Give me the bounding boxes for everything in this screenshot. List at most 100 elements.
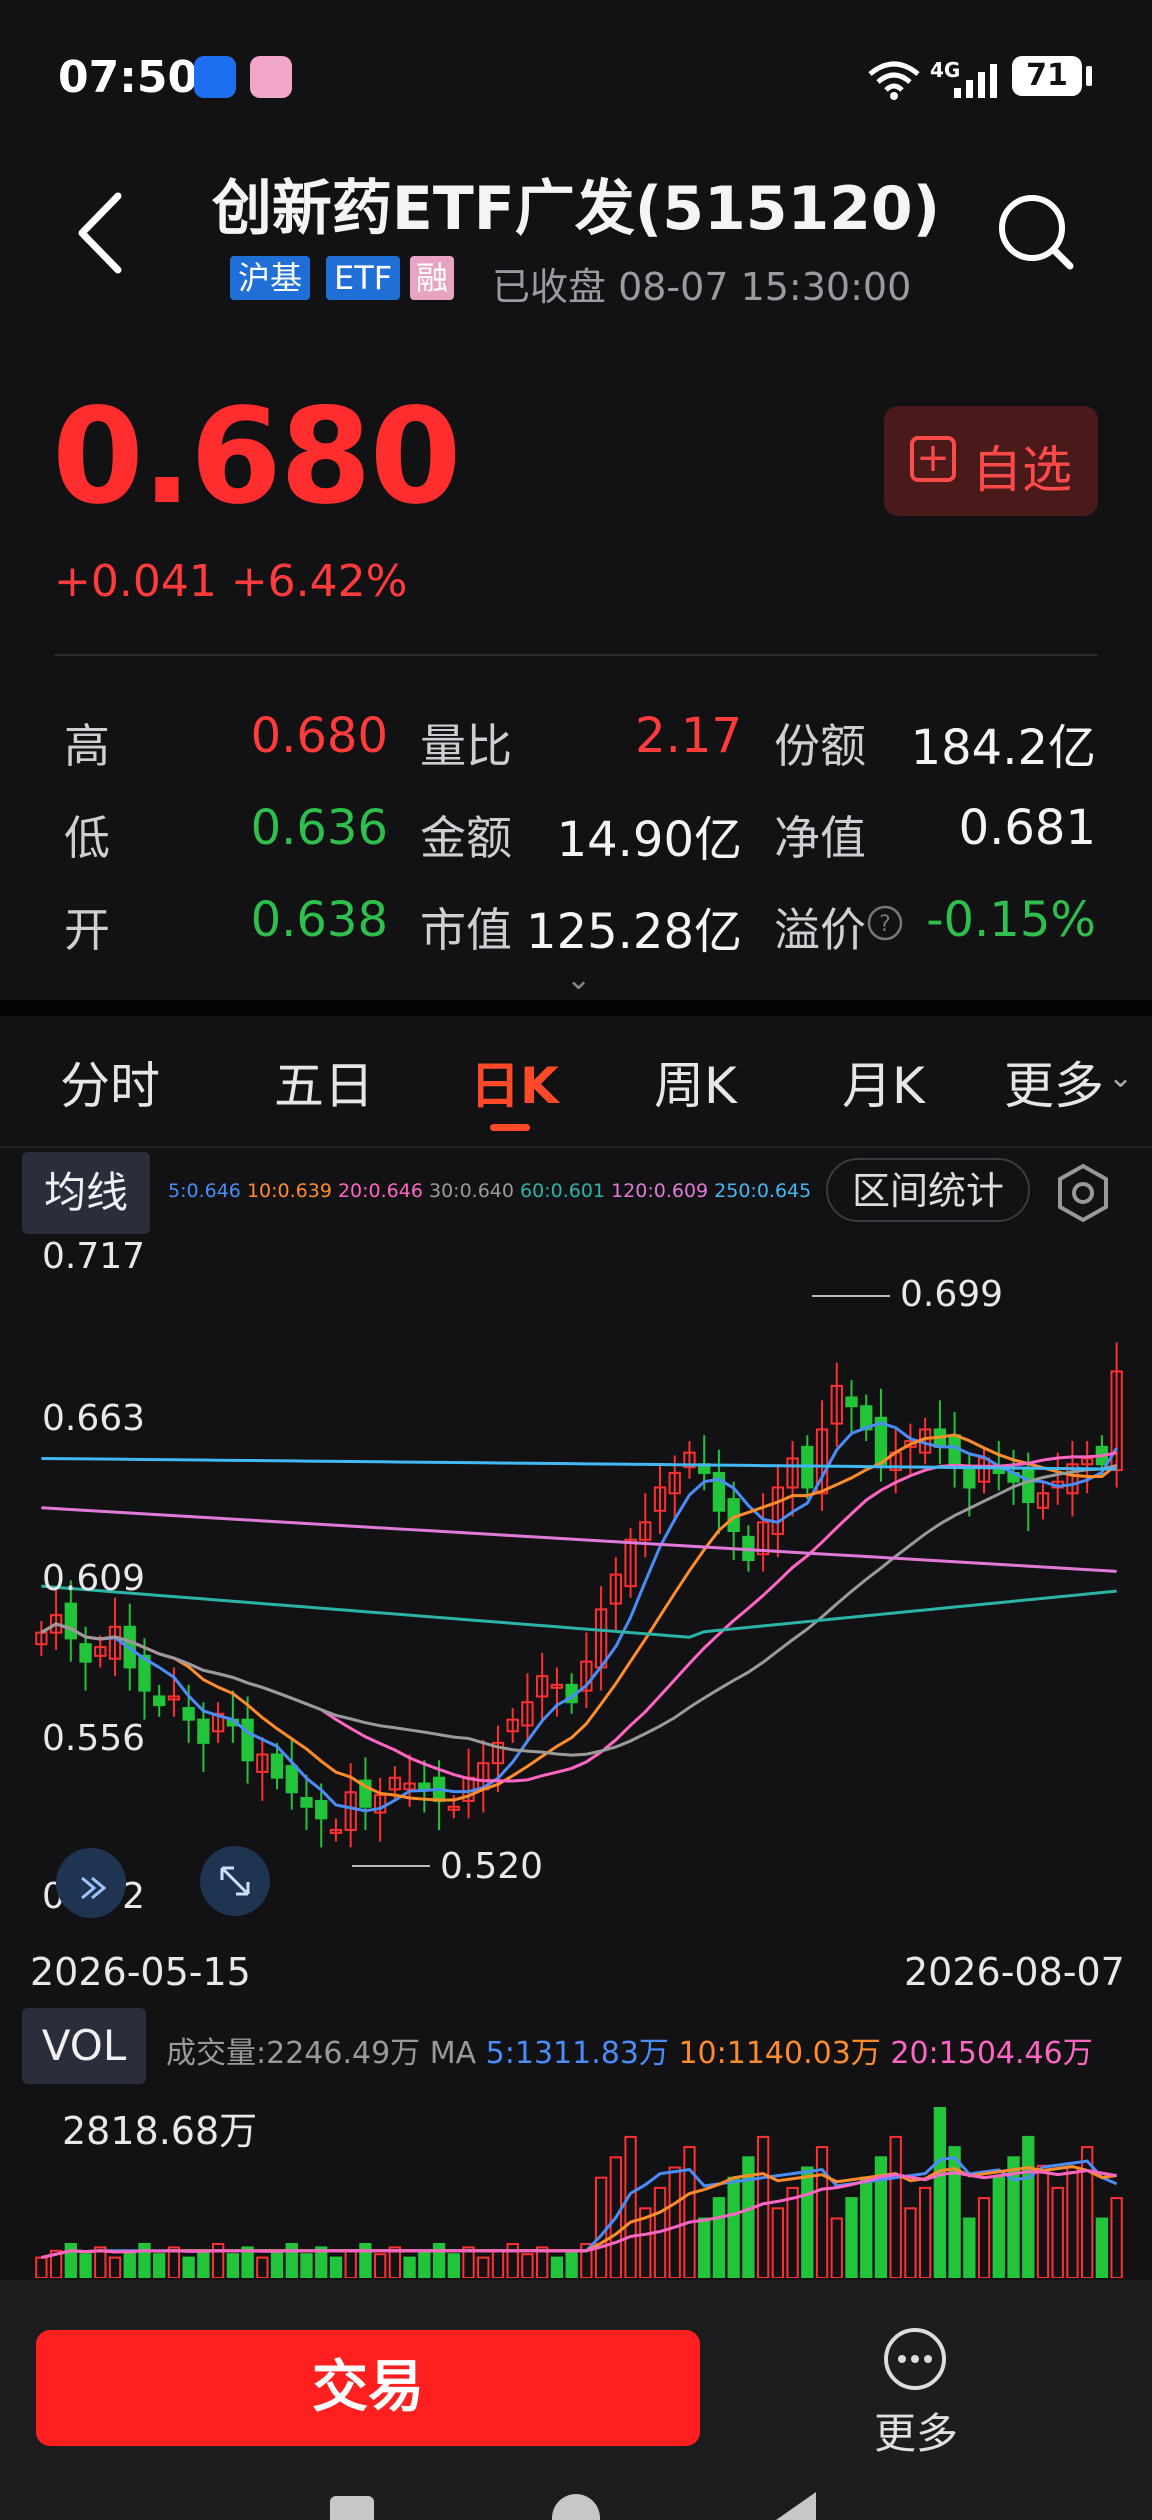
volume-bar <box>712 2197 726 2278</box>
volume-bar <box>845 2197 858 2278</box>
tab-daily-k[interactable]: 日K <box>470 1046 559 1118</box>
dots-icon <box>898 2355 932 2363</box>
volume-bar <box>521 2253 534 2278</box>
volume-bar <box>727 2176 740 2278</box>
chevron-down-icon[interactable]: ⌄ <box>566 962 591 997</box>
volume-bar <box>624 2135 637 2278</box>
wifi-icon <box>868 61 920 100</box>
collapse-button[interactable] <box>56 1848 126 1918</box>
kline-chart[interactable] <box>0 1236 1152 1940</box>
back-button[interactable] <box>70 188 130 278</box>
status-bar: 07:50 4G 71 <box>0 0 1152 150</box>
volume-total: 成交量:2246.49万 MA <box>166 2036 477 2071</box>
x-start-label: 2026-05-15 <box>30 1950 251 1994</box>
section-divider <box>0 1000 1152 1016</box>
market-tag: 沪基 <box>230 256 311 300</box>
candle <box>197 1718 210 1744</box>
volume-bar <box>344 2249 357 2278</box>
volume-bar <box>35 2256 48 2278</box>
plus-box-icon: + <box>910 436 956 482</box>
volume-bar <box>977 2197 991 2278</box>
stat-value: 14.90亿 <box>556 812 742 868</box>
volume-bar <box>226 2253 240 2278</box>
volume-max-label: 2818.68万 <box>62 2109 258 2153</box>
volume-ma20: 20:1504.46万 <box>890 2036 1093 2071</box>
volume-bar <box>668 2166 681 2278</box>
tab-more[interactable]: 更多 <box>1004 1046 1104 1118</box>
volume-bar <box>329 2256 343 2278</box>
volume-bar <box>933 2107 947 2278</box>
volume-bar <box>801 2166 814 2278</box>
volume-bar <box>756 2135 770 2278</box>
y-tick-label: 0.609 <box>42 1558 146 1599</box>
candle <box>1022 1469 1035 1503</box>
stat-label: 份额 <box>774 719 866 773</box>
volume-bar <box>1095 2217 1109 2278</box>
trade-button[interactable]: 交易 <box>36 2330 700 2446</box>
stat-value: 184.2亿 <box>910 720 1096 776</box>
search-button[interactable] <box>990 188 1080 278</box>
stat-label: 量比 <box>420 719 512 773</box>
stat-label: 高 <box>64 719 110 773</box>
candle <box>418 1782 431 1791</box>
volume-bar <box>373 2253 387 2278</box>
volume-bar <box>123 2249 136 2278</box>
volume-bar <box>565 2249 578 2278</box>
volume-bar <box>918 2186 932 2278</box>
fullscreen-button[interactable] <box>200 1846 270 1916</box>
volume-bar <box>359 2243 372 2278</box>
candle <box>285 1765 298 1794</box>
candle <box>315 1799 328 1820</box>
x-end-label: 2026-08-07 <box>904 1950 1125 1994</box>
volume-bar <box>79 2253 92 2278</box>
tab-weekly-k[interactable]: 周K <box>654 1046 737 1118</box>
more-label[interactable]: 更多 <box>874 2400 958 2461</box>
volume-bar <box>197 2249 210 2278</box>
volume-bar <box>771 2207 785 2278</box>
volume-bar <box>138 2243 151 2278</box>
volume-bar <box>698 2217 711 2278</box>
settings-icon[interactable] <box>1050 1160 1116 1226</box>
y-tick-label: 0.556 <box>42 1718 146 1759</box>
ma-value: 10:0.639 <box>246 1180 332 1202</box>
ma120-line <box>41 1506 1117 1573</box>
tab-intraday[interactable]: 分时 <box>60 1046 160 1118</box>
divider <box>0 1146 1152 1148</box>
help-icon[interactable]: ? <box>866 904 904 942</box>
nav-recents-button[interactable] <box>330 2496 374 2520</box>
add-watchlist-button[interactable]: + 自选 <box>884 406 1098 516</box>
stat-value: 0.680 <box>250 708 388 764</box>
volume-bar <box>270 2249 284 2278</box>
ma-button[interactable]: 均线 <box>22 1152 150 1234</box>
volume-bar <box>860 2176 873 2278</box>
stat-value: 0.681 <box>958 800 1096 856</box>
active-tab-indicator <box>490 1124 530 1131</box>
volume-ma10: 10:1140.03万 <box>678 2036 881 2071</box>
range-stats-button[interactable]: 区间统计 <box>826 1158 1030 1222</box>
volume-bar <box>418 2249 431 2278</box>
arrows-icon <box>81 1876 107 1900</box>
y-tick-label: 0.663 <box>42 1398 146 1439</box>
battery-tip <box>1086 66 1092 86</box>
volume-bar <box>447 2253 460 2278</box>
vol-button[interactable]: VOL <box>22 2008 146 2084</box>
chevron-down-icon: ⌄ <box>1108 1060 1134 1095</box>
stat-label: 金额 <box>420 811 512 865</box>
volume-bar <box>550 2256 564 2278</box>
lightbulb-app-icon <box>194 56 236 98</box>
ma60-line <box>41 1584 1117 1639</box>
candle <box>963 1469 976 1489</box>
volume-bar <box>1066 2166 1079 2278</box>
status-time: 07:50 <box>58 52 199 103</box>
tab-monthly-k[interactable]: 月K <box>842 1046 925 1118</box>
volume-bar <box>683 2146 696 2278</box>
ma-values: 5:0.646 10:0.639 20:0.646 30:0.640 60:0.… <box>168 1180 811 1202</box>
candle <box>270 1753 284 1779</box>
volume-bar <box>963 2217 976 2278</box>
tab-five-day[interactable]: 五日 <box>274 1046 374 1118</box>
signal-icon <box>954 64 997 98</box>
more-icon[interactable] <box>884 2328 946 2390</box>
volume-bar <box>477 2256 490 2278</box>
volume-bar <box>1022 2135 1035 2278</box>
stat-label: 净值 <box>774 811 866 865</box>
